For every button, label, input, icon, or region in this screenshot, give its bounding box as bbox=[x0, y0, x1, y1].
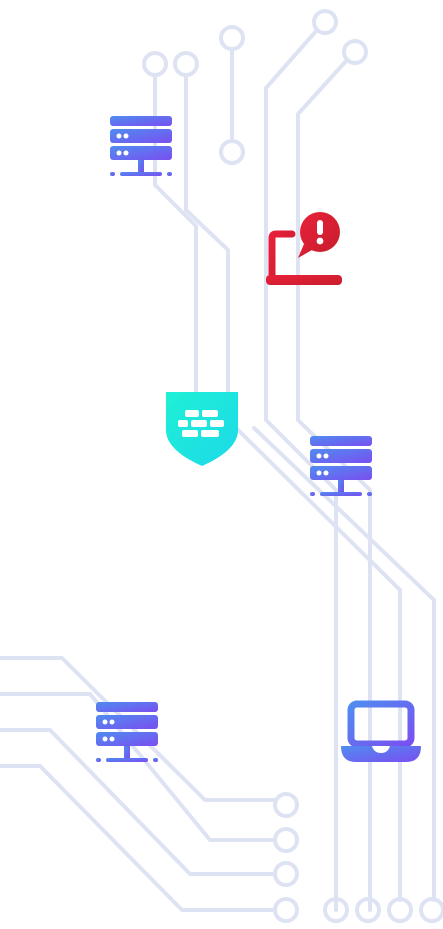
network-illustration bbox=[0, 0, 443, 929]
laptop-alert-icon bbox=[264, 208, 344, 290]
firewall-shield-icon bbox=[164, 390, 240, 468]
server-icon bbox=[308, 436, 374, 500]
server-icon bbox=[108, 116, 174, 180]
server-icon bbox=[94, 702, 160, 766]
laptop-icon bbox=[340, 700, 422, 766]
